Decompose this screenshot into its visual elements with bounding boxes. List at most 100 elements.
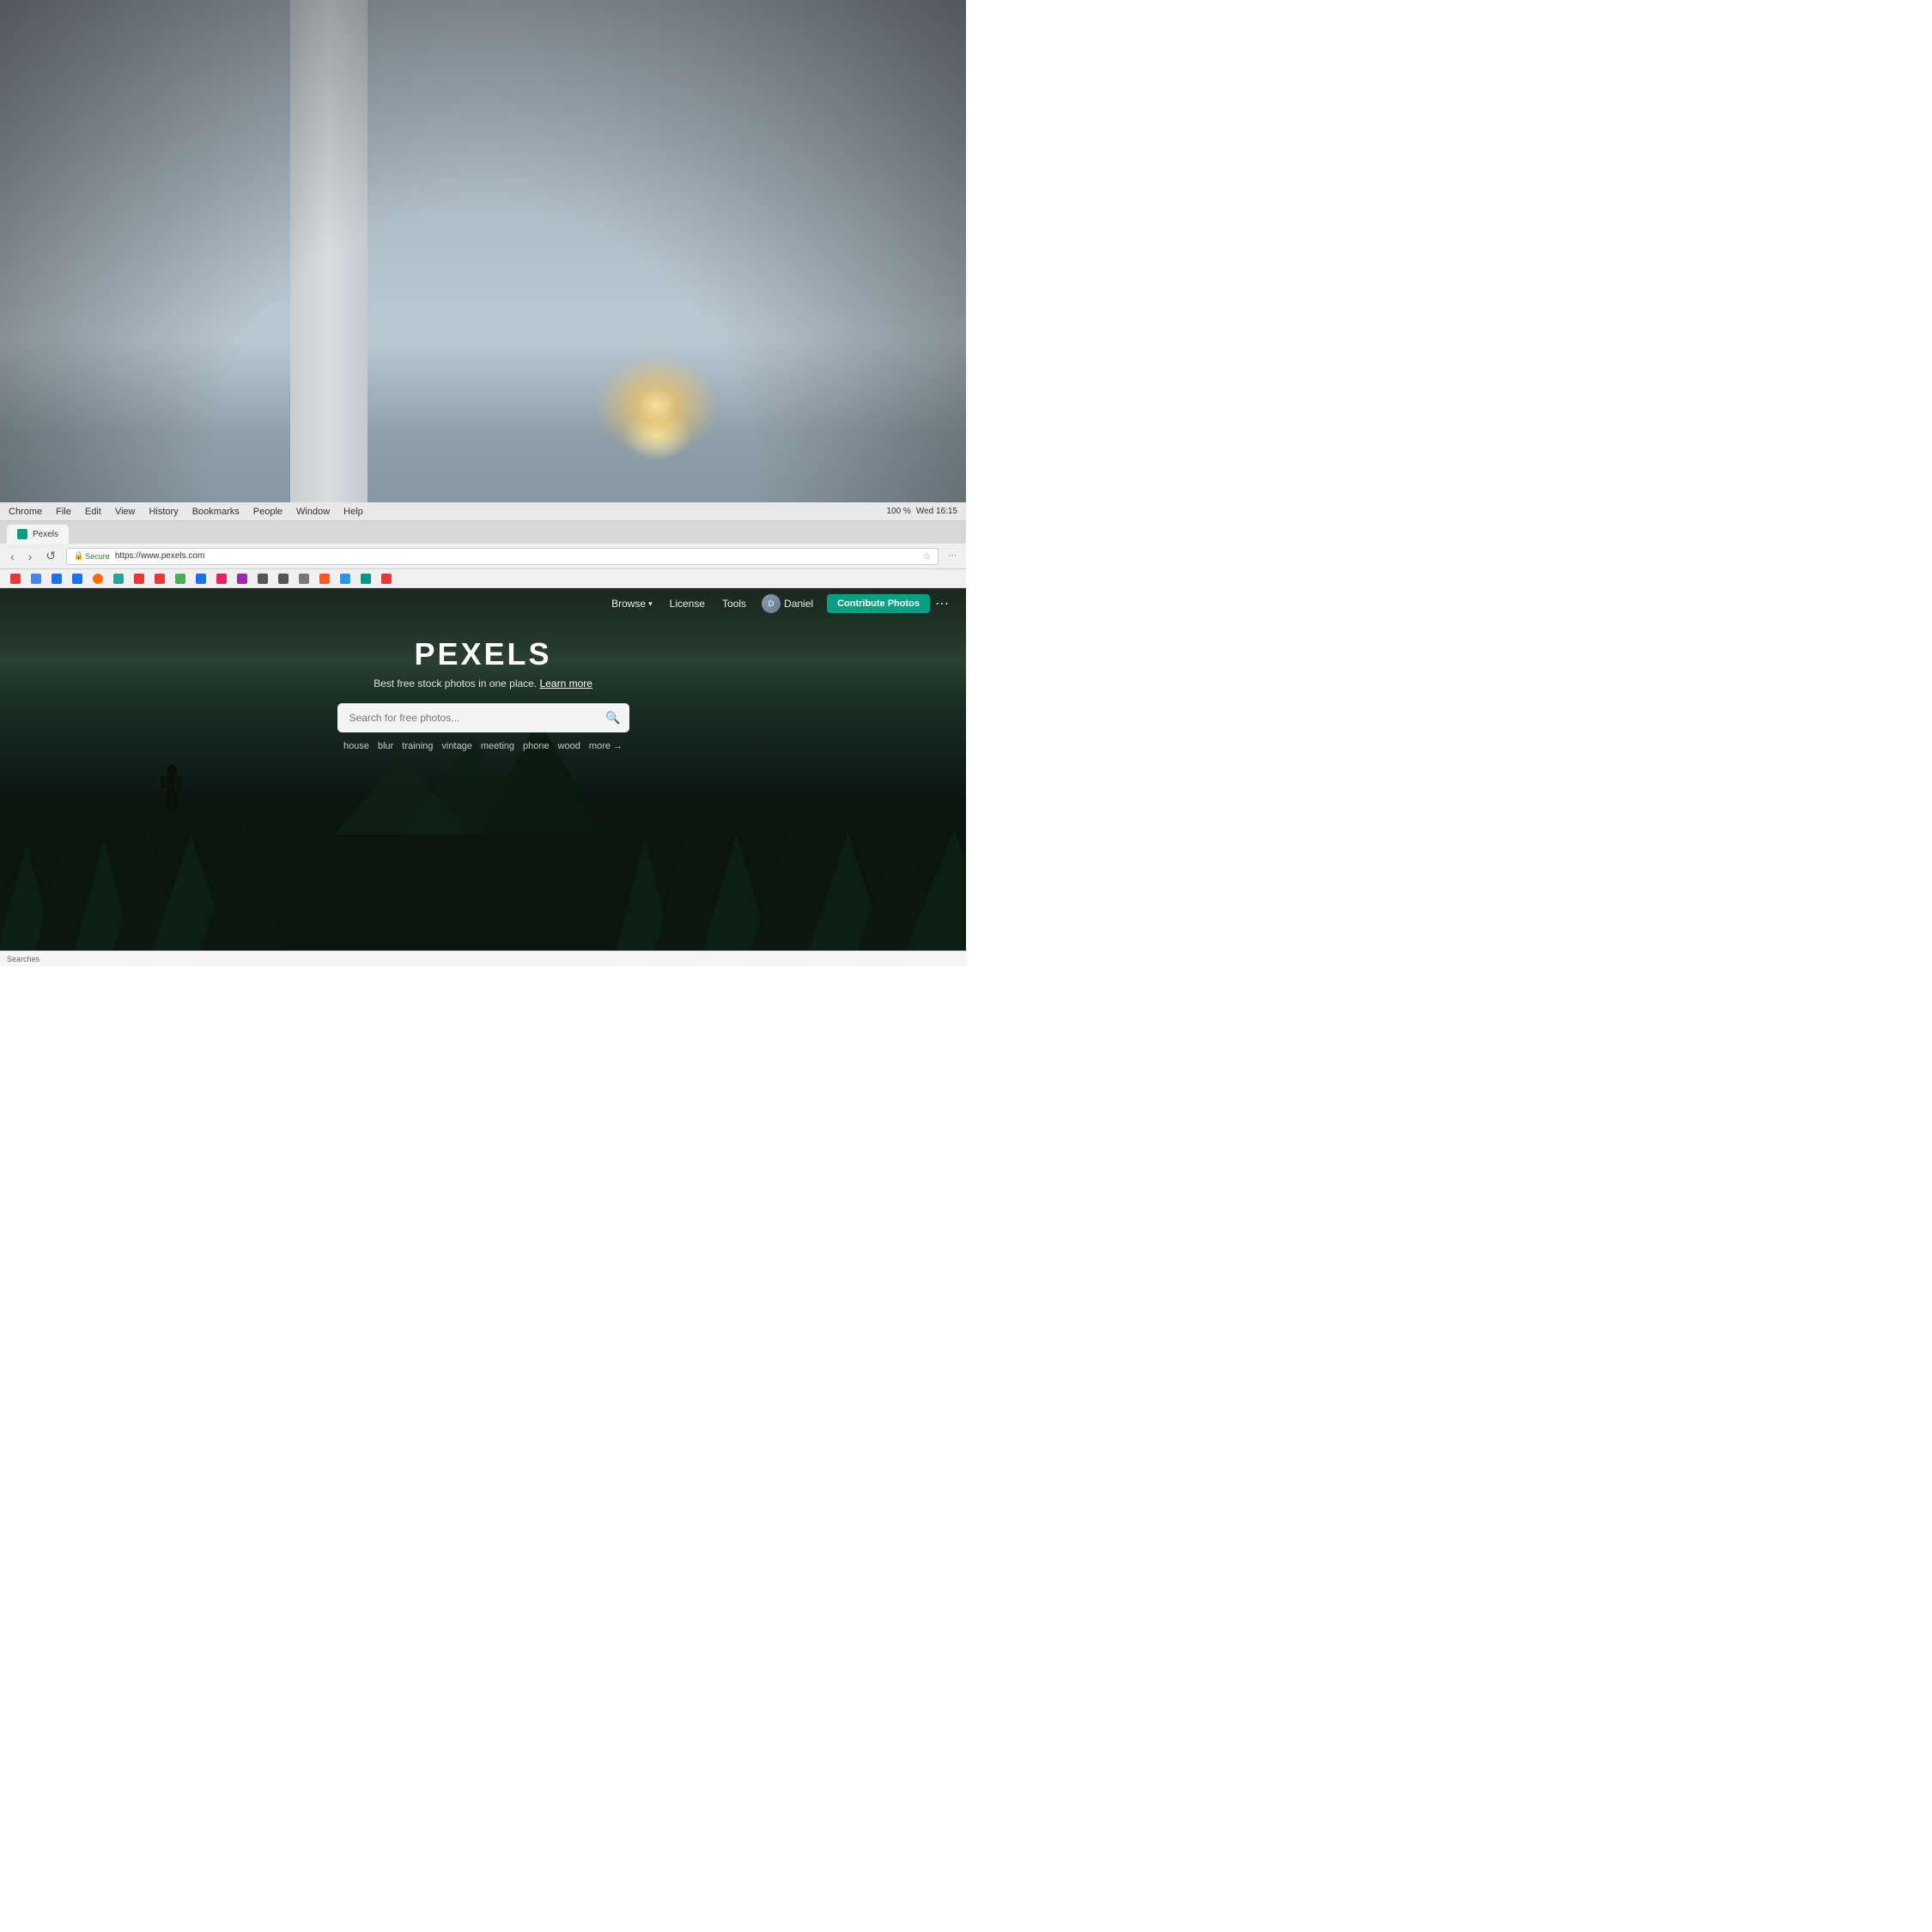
browser-area: Chrome File Edit View History Bookmarks … xyxy=(0,502,966,966)
bookmark-orange[interactable] xyxy=(89,573,106,585)
tag-blur[interactable]: blur xyxy=(378,741,393,751)
bookmark-blue3[interactable] xyxy=(337,573,354,585)
bookmark-x[interactable] xyxy=(378,573,395,585)
bk-favicon-orange xyxy=(93,574,103,584)
back-button[interactable]: ‹ xyxy=(7,548,18,565)
more-options-button[interactable]: ⋯ xyxy=(935,595,949,612)
reload-button[interactable]: ↺ xyxy=(42,547,59,565)
toolbar-icons: ⋯ xyxy=(945,550,959,563)
contribute-photos-button[interactable]: Contribute Photos xyxy=(827,594,930,613)
bk-favicon-m1 xyxy=(258,574,268,584)
tagline: Best free stock photos in one place. Lea… xyxy=(374,677,592,690)
bookmarks-bar xyxy=(0,569,966,588)
secure-badge: 🔒 Secure xyxy=(74,551,110,561)
tab-bar: Pexels xyxy=(0,521,966,544)
bookmark-pink[interactable] xyxy=(213,573,230,585)
person-silhouette-svg xyxy=(155,763,189,823)
address-bar[interactable]: 🔒 Secure https://www.pexels.com ☆ xyxy=(66,548,939,565)
bk-favicon-20 xyxy=(52,574,62,584)
menu-people[interactable]: People xyxy=(253,507,283,517)
extensions-icon[interactable]: ⋯ xyxy=(945,550,959,563)
bk-favicon-orange2 xyxy=(319,574,330,584)
bk-favicon-teal xyxy=(113,574,124,584)
bookmark-blue2[interactable] xyxy=(192,573,210,585)
tag-training[interactable]: training xyxy=(402,741,433,751)
nav-browse[interactable]: Browse ▾ xyxy=(611,598,653,610)
bookmark-teal2[interactable] xyxy=(357,573,374,585)
nav-tools[interactable]: Tools xyxy=(722,598,746,610)
menu-edit[interactable]: Edit xyxy=(85,507,101,517)
bk-favicon-green xyxy=(175,574,185,584)
gmail-favicon xyxy=(10,574,21,584)
bk-favicon-purple xyxy=(237,574,247,584)
bookmark-m1[interactable] xyxy=(254,573,271,585)
search-container: 🔍 xyxy=(337,703,629,732)
bk-favicon-yt xyxy=(155,574,165,584)
menu-file[interactable]: File xyxy=(56,507,71,517)
tab-favicon xyxy=(17,529,27,539)
bookmark-m2[interactable] xyxy=(275,573,292,585)
more-tags[interactable]: more → xyxy=(589,741,623,751)
secure-label: Secure xyxy=(85,552,110,561)
pexels-website: Browse ▾ License Tools D Daniel Contribu… xyxy=(0,588,966,951)
bk-favicon-x xyxy=(381,574,392,584)
bk-favicon-m3 xyxy=(299,574,309,584)
menu-window[interactable]: Window xyxy=(296,507,330,517)
bookmark-green[interactable] xyxy=(172,573,189,585)
pexels-nav: Browse ▾ License Tools D Daniel Contribu… xyxy=(0,588,966,619)
menu-chrome[interactable]: Chrome xyxy=(9,507,42,517)
tag-phone[interactable]: phone xyxy=(523,741,550,751)
status-bar: Searches xyxy=(0,951,966,966)
clock: Wed 16:15 xyxy=(916,507,957,516)
browser-menubar: Chrome File Edit View History Bookmarks … xyxy=(0,502,966,521)
search-input[interactable] xyxy=(337,703,629,732)
browser-toolbar: ‹ › ↺ 🔒 Secure https://www.pexels.com ☆ … xyxy=(0,544,966,569)
avatar: D xyxy=(762,594,781,613)
bk-favicon-blue3 xyxy=(340,574,350,584)
bookmark-red2[interactable] xyxy=(131,573,148,585)
bookmark-google[interactable] xyxy=(27,573,45,585)
lock-icon: 🔒 xyxy=(74,551,83,561)
system-icons: 100 % Wed 16:15 xyxy=(886,507,957,516)
chevron-icon: ▾ xyxy=(648,599,653,609)
forward-button[interactable]: › xyxy=(25,548,36,565)
bk-favicon-teal2 xyxy=(361,574,371,584)
tag-vintage[interactable]: vintage xyxy=(441,741,471,751)
bk-favicon-pink xyxy=(216,574,227,584)
nav-license[interactable]: License xyxy=(670,598,705,610)
tab-title: Pexels xyxy=(33,530,58,539)
user-name: Daniel xyxy=(784,598,813,610)
bookmark-20[interactable] xyxy=(48,573,65,585)
bookmark-purple[interactable] xyxy=(234,573,251,585)
active-tab[interactable]: Pexels xyxy=(7,525,69,544)
bookmark-m3[interactable] xyxy=(295,573,313,585)
tag-wood[interactable]: wood xyxy=(558,741,580,751)
hero-content: PEXELS Best free stock photos in one pla… xyxy=(0,619,966,751)
search-tags: house blur training vintage meeting phon… xyxy=(343,741,623,751)
url-text: https://www.pexels.com xyxy=(115,551,204,561)
bookmark-youtube[interactable] xyxy=(151,573,168,585)
battery-label: 100 % xyxy=(886,507,910,516)
menu-view[interactable]: View xyxy=(115,507,136,517)
bookmark-21[interactable] xyxy=(69,573,86,585)
menu-history[interactable]: History xyxy=(149,507,178,517)
tag-house[interactable]: house xyxy=(343,741,369,751)
learn-more-link[interactable]: Learn more xyxy=(540,677,592,690)
pexels-logo: PEXELS xyxy=(414,636,551,672)
menu-bookmarks[interactable]: Bookmarks xyxy=(192,507,240,517)
tag-meeting[interactable]: meeting xyxy=(481,741,514,751)
bookmark-teal[interactable] xyxy=(110,573,127,585)
bk-favicon-m2 xyxy=(278,574,289,584)
column-element xyxy=(290,0,368,561)
google-favicon xyxy=(31,574,41,584)
bk-favicon-21 xyxy=(72,574,82,584)
bk-favicon-blue2 xyxy=(196,574,206,584)
bookmark-orange2[interactable] xyxy=(316,573,333,585)
menu-help[interactable]: Help xyxy=(343,507,363,517)
status-text: Searches xyxy=(7,955,39,963)
bk-favicon-red2 xyxy=(134,574,144,584)
user-profile[interactable]: D Daniel xyxy=(762,594,813,613)
bookmark-gmail[interactable] xyxy=(7,573,24,585)
bookmark-star-icon[interactable]: ☆ xyxy=(922,550,931,562)
search-icon[interactable]: 🔍 xyxy=(605,711,620,726)
